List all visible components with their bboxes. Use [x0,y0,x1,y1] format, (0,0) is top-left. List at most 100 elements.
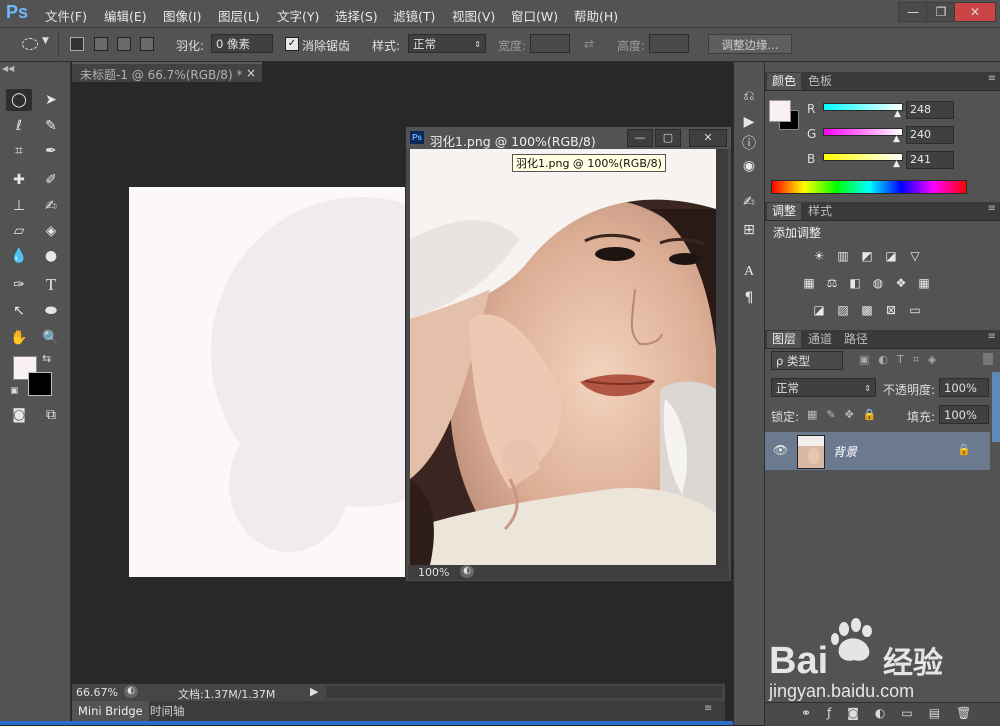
color-balance-icon[interactable]: ⚖ [824,276,840,290]
ellipse-shape-tool-icon[interactable]: ⬬ [38,300,64,322]
hand-tool-icon[interactable]: ✋ [6,327,32,349]
preset-dropdown-arrow-icon[interactable]: ▼ [42,36,49,46]
channel-r-value[interactable]: 248 [906,101,954,119]
slider-thumb-icon[interactable]: ▲ [894,109,901,119]
color-spectrum-ramp[interactable] [771,180,967,194]
zoom-level[interactable]: 66.67% [76,686,118,699]
close-button[interactable]: ✕ [954,2,996,22]
refine-edge-button[interactable]: 调整边缘... [708,34,792,54]
opacity-input[interactable]: 100% [939,378,989,397]
eraser-tool-icon[interactable]: ▱ [6,220,32,242]
exposure-icon[interactable]: ◪ [883,249,899,263]
tab-mini-bridge[interactable]: Mini Bridge [72,701,149,721]
quick-selection-tool-icon[interactable]: ✎ [38,115,64,137]
info-panel-icon[interactable]: ⓘ [739,134,759,154]
eyedropper-tool-icon[interactable]: ✒ [38,140,64,162]
layer-row[interactable]: 👁 背景 🔒 [765,432,990,470]
menu-view[interactable]: 视图(V) [452,6,495,25]
paragraph-panel-icon[interactable]: ¶ [739,288,759,308]
panel-menu-icon[interactable]: ≡ [704,703,712,714]
style-select[interactable]: 正常 ⇕ [408,34,486,53]
tab-adjustments[interactable]: 调整 [767,203,802,220]
posterize-icon[interactable]: ▨ [835,303,851,317]
menu-edit[interactable]: 编辑(E) [104,6,147,25]
brush-tool-icon[interactable]: ✐ [38,169,64,191]
blur-tool-icon[interactable]: 💧 [6,245,32,267]
menu-layer[interactable]: 图层(L) [218,6,260,25]
lasso-tool-icon[interactable]: ℓ [6,115,32,137]
layer-footer-icons[interactable]: ⚭ƒ◙◐▭▤🗑 [801,706,987,720]
clone-stamp-tool-icon[interactable]: ⊥ [6,195,32,217]
photo-filter-icon[interactable]: ◍ [870,276,886,290]
intersect-selection-icon[interactable] [140,37,154,51]
width-input[interactable] [530,34,570,53]
menu-file[interactable]: 文件(F) [45,6,87,25]
document-tab-close-icon[interactable]: × [246,66,256,80]
swap-icon[interactable]: ⇄ [584,37,594,51]
menu-image[interactable]: 图像(I) [163,6,201,25]
new-selection-icon[interactable] [70,37,84,51]
status-arrow-icon[interactable]: ▶ [310,685,318,698]
restore-button[interactable]: ❐ [926,2,956,22]
channel-mixer-icon[interactable]: ❖ [893,276,909,290]
selective-color-icon[interactable]: ⊠ [883,303,899,317]
collapse-arrows-icon[interactable]: ◀◀ [2,64,14,73]
elliptical-marquee-tool-icon[interactable]: ◯ [6,89,32,111]
screen-mode-icon[interactable]: ⧉ [38,404,64,426]
paint-bucket-tool-icon[interactable]: ◈ [38,220,64,242]
menu-help[interactable]: 帮助(H) [574,6,618,25]
floating-close-button[interactable]: ✕ [689,129,727,147]
panel-menu-icon[interactable]: ≡ [988,203,996,214]
levels-icon[interactable]: ▥ [835,249,851,263]
actions-panel-icon[interactable]: ▶ [739,112,759,132]
filter-toggle-icon[interactable] [983,353,993,365]
channel-b-slider[interactable] [823,153,903,161]
tab-timeline[interactable]: 时间轴 [150,701,185,721]
brush-panel-icon[interactable]: ✍ [739,192,759,212]
photo-portrait[interactable] [410,149,716,565]
tab-layers[interactable]: 图层 [767,331,802,348]
history-panel-icon[interactable]: ⎌ [739,86,759,106]
color-lookup-icon[interactable]: ▦ [916,276,932,290]
height-input[interactable] [649,34,689,53]
channel-r-slider[interactable] [823,103,903,111]
curves-icon[interactable]: ◩ [859,249,875,263]
zoom-tool-icon[interactable]: 🔍 [38,327,64,349]
feather-input[interactable]: 0 像素 [211,34,273,53]
subtract-selection-icon[interactable] [117,37,131,51]
menu-window[interactable]: 窗口(W) [511,6,558,25]
menu-type[interactable]: 文字(Y) [277,6,319,25]
crop-tool-icon[interactable]: ⌗ [6,140,32,162]
floating-maximize-button[interactable]: ▢ [655,129,681,147]
document-tab[interactable]: 未标题-1 @ 66.7%(RGB/8) * × [72,62,262,84]
background-color-swatch[interactable] [28,372,52,396]
tab-color[interactable]: 颜色 [767,73,802,90]
threshold-icon[interactable]: ▩ [859,303,875,317]
floating-minimize-button[interactable]: — [627,129,653,147]
hue-saturation-icon[interactable]: ▦ [801,276,817,290]
healing-brush-tool-icon[interactable]: ✚ [6,169,32,191]
layer-filter-icons[interactable]: ▣◐T⌗◈ [859,353,945,367]
layer-filter-select[interactable]: ρ 类型 [771,351,843,370]
channel-g-slider[interactable] [823,128,903,136]
channel-b-value[interactable]: 241 [906,151,954,169]
panel-menu-icon[interactable]: ≡ [988,73,996,84]
document-canvas[interactable] [129,187,405,577]
tab-channels[interactable]: 通道 [803,331,837,348]
panel-scrollbar[interactable] [992,372,1000,442]
status-menu-icon[interactable]: ◐ [124,685,138,698]
pen-tool-icon[interactable]: ✑ [6,274,32,296]
horizontal-scrollbar[interactable] [326,686,722,698]
fill-input[interactable]: 100% [939,405,989,424]
blend-mode-select[interactable]: 正常 ⇕ [771,378,876,397]
tab-paths[interactable]: 路径 [839,331,873,348]
minimize-button[interactable]: — [898,2,928,22]
vibrance-icon[interactable]: ▽ [907,249,923,263]
dodge-tool-icon[interactable]: ● [38,245,64,267]
floating-zoom-level[interactable]: 100% [418,566,449,579]
brightness-contrast-icon[interactable]: ☀ [811,249,827,263]
floating-window-scrollbar[interactable] [716,149,728,565]
character-panel-icon[interactable]: A [739,262,759,282]
layer-name[interactable]: 背景 [833,443,857,460]
tab-swatches[interactable]: 色板 [803,73,837,90]
